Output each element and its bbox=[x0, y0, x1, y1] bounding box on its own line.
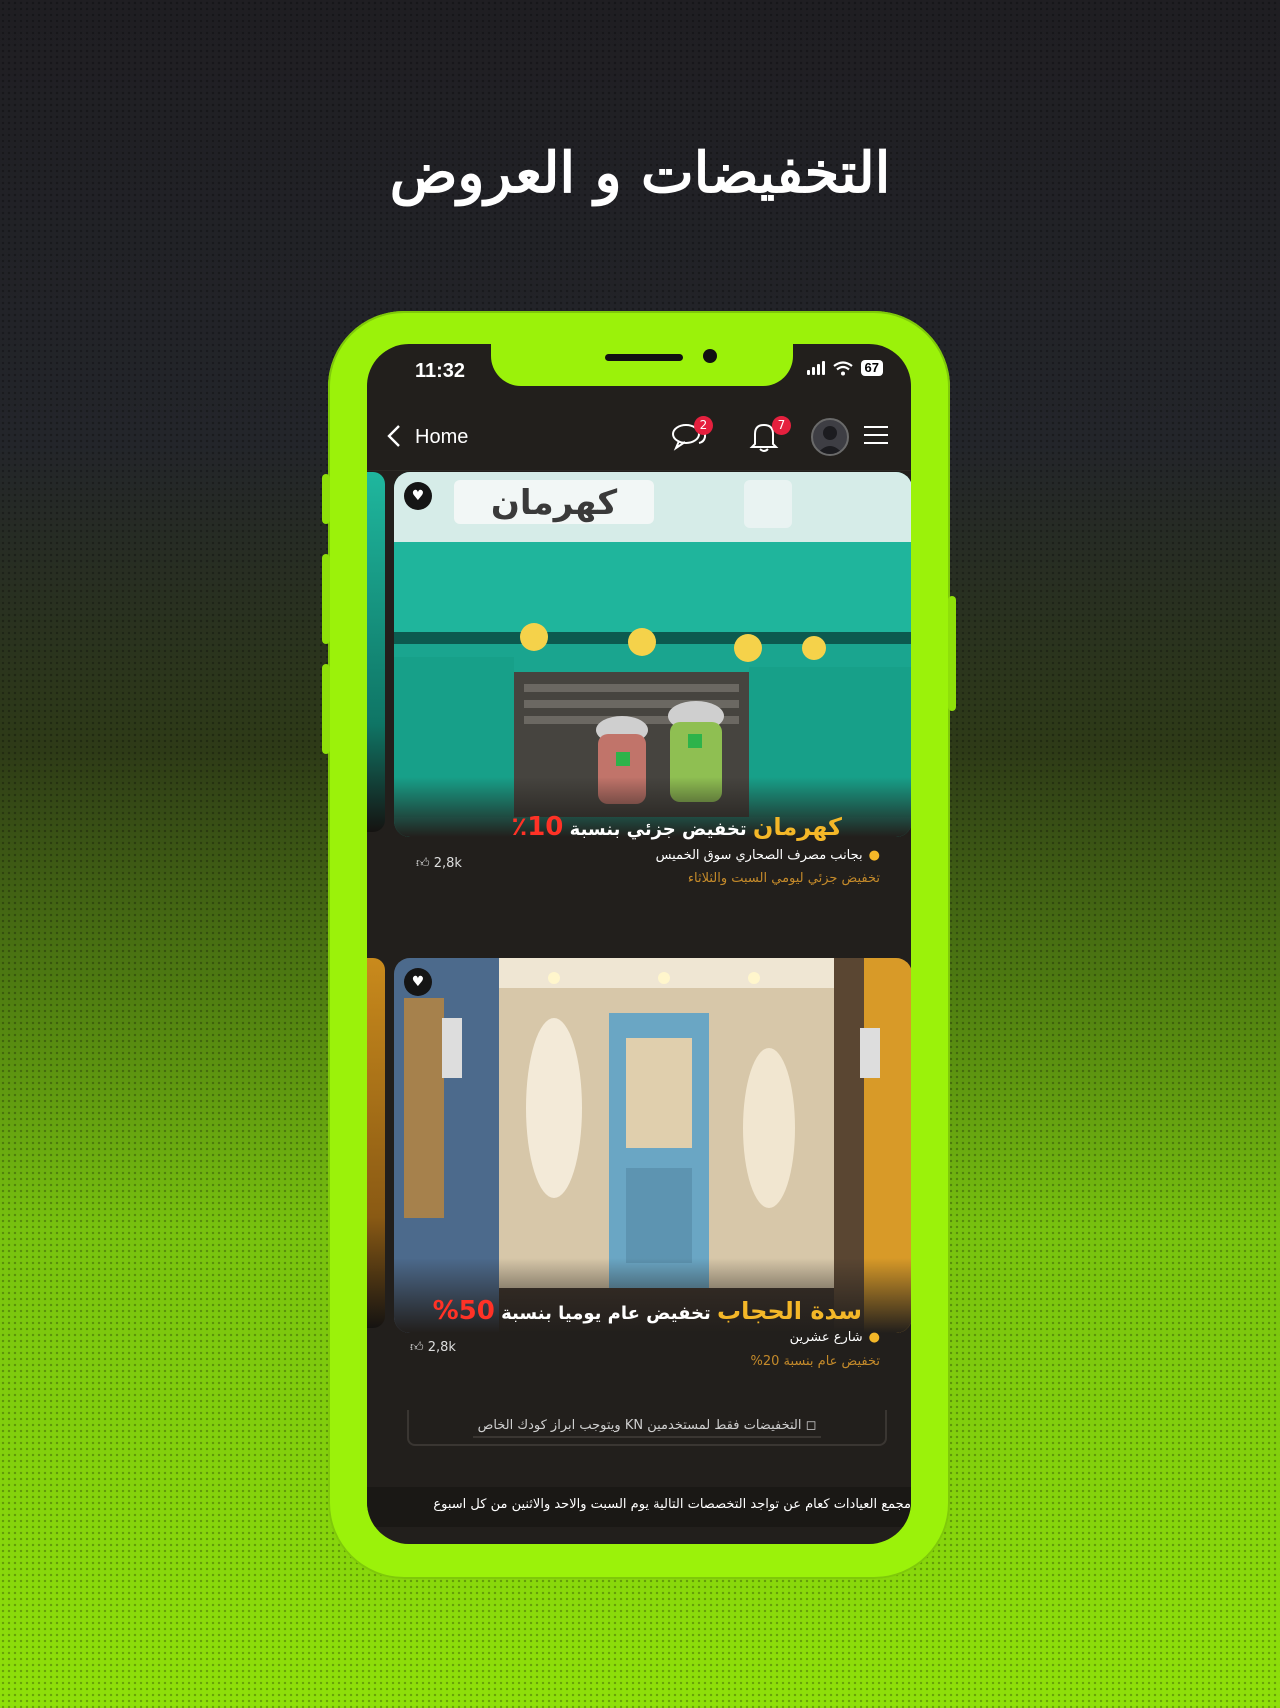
pin-icon: ● bbox=[868, 848, 880, 863]
like-count: 2,8k bbox=[427, 1340, 456, 1355]
pin-icon: ● bbox=[868, 1330, 880, 1345]
wifi-icon bbox=[832, 360, 853, 375]
offer-description: تخفيض عام بنسبة 20% bbox=[750, 1354, 880, 1369]
back-chevron-icon[interactable] bbox=[387, 424, 401, 452]
status-icons: 67 bbox=[806, 360, 883, 376]
top-navbar: Home 2 7 bbox=[367, 404, 911, 471]
offer-headline: تخفيض جزئي بنسبة bbox=[569, 819, 747, 840]
offer-shop-name: كهرمان bbox=[752, 813, 842, 841]
offer-percent: 10٪ bbox=[511, 812, 564, 842]
offer-image[interactable]: كهرمان ♥ bbox=[394, 472, 911, 837]
battery-indicator: 67 bbox=[860, 360, 883, 376]
avatar-icon[interactable] bbox=[811, 418, 849, 456]
shop-front-photo: كهرمان bbox=[394, 472, 911, 837]
shop-sign-text: كهرمان bbox=[491, 483, 617, 523]
heart-icon[interactable]: ♥ bbox=[404, 968, 432, 996]
shop-front-photo bbox=[394, 958, 911, 1333]
offer-card[interactable]: ♥ سدة الحجاب تخفيض عام يوميا بنسبة 50% ●… bbox=[394, 958, 911, 1388]
phone-notch bbox=[491, 344, 793, 386]
offer-title: سدة الحجاب تخفيض عام يوميا بنسبة 50% bbox=[433, 1296, 862, 1326]
menu-icon[interactable] bbox=[864, 426, 888, 450]
offer-headline: تخفيض عام يوميا بنسبة bbox=[501, 1303, 711, 1324]
notifications-button[interactable]: 7 bbox=[749, 416, 791, 456]
divider bbox=[473, 1436, 821, 1438]
speaker bbox=[605, 354, 683, 361]
previous-card-peek[interactable] bbox=[367, 472, 385, 832]
messages-button[interactable]: 2 bbox=[671, 416, 713, 456]
heart-icon[interactable]: ♥ bbox=[404, 482, 432, 510]
offers-feed[interactable]: كهرمان ♥ كهرمان تخفيض جزئي بنسبة 10٪ ●بج… bbox=[367, 472, 911, 1472]
front-camera bbox=[703, 349, 717, 363]
offer-shop-name: سدة الحجاب bbox=[717, 1297, 862, 1325]
offer-title: كهرمان تخفيض جزئي بنسبة 10٪ bbox=[511, 812, 842, 842]
offer-location-text: بجانب مصرف الصحاري سوق الخميس bbox=[655, 848, 863, 863]
phone-frame: 11:32 67 Home 2 7 كهرمان ♥ كهرمان تخفيض … bbox=[322, 311, 956, 1579]
offer-percent: 50% bbox=[432, 1296, 495, 1326]
messages-badge: 2 bbox=[694, 416, 713, 435]
like-button[interactable]: 👍︎ 2,8k bbox=[410, 1340, 456, 1355]
offer-location: ● شارع عشرين bbox=[790, 1330, 880, 1345]
signal-icon bbox=[806, 361, 825, 375]
offer-image[interactable]: ♥ bbox=[394, 958, 911, 1333]
phone-side-button bbox=[322, 474, 330, 524]
discount-note: ◻ التخفيضات فقط لمستخدمين KN ويتوجب ابرا… bbox=[407, 1410, 887, 1446]
notifications-badge: 7 bbox=[772, 416, 791, 435]
offer-location: ● بجانب مصرف الصحاري سوق الخميس bbox=[656, 848, 880, 863]
status-time: 11:32 bbox=[415, 360, 466, 382]
back-home-link[interactable]: Home bbox=[415, 426, 468, 449]
discount-note-text: ◻ التخفيضات فقط لمستخدمين KN ويتوجب ابرا… bbox=[477, 1418, 817, 1433]
thumbs-up-icon: 👍︎ bbox=[410, 1340, 428, 1355]
news-ticker[interactable]: مجمع العيادات كعام عن تواجد التخصصات الت… bbox=[367, 1487, 911, 1527]
thumbs-up-icon: 👍︎ bbox=[416, 856, 434, 871]
offer-description: تخفيض جزئي ليومي السبت والثلاثاء bbox=[687, 871, 880, 886]
phone-side-button bbox=[322, 664, 330, 754]
app-screen: 11:32 67 Home 2 7 كهرمان ♥ كهرمان تخفيض … bbox=[367, 344, 911, 1544]
previous-card-peek[interactable] bbox=[367, 958, 385, 1328]
like-button[interactable]: 👍︎ 2,8k bbox=[416, 856, 462, 871]
offer-location-text: شارع عشرين bbox=[789, 1330, 863, 1345]
like-count: 2,8k bbox=[433, 856, 462, 871]
phone-side-button bbox=[322, 554, 330, 644]
page-headline: التخفيضات و العروض bbox=[389, 140, 891, 206]
offer-card[interactable]: كهرمان ♥ كهرمان تخفيض جزئي بنسبة 10٪ ●بج… bbox=[394, 472, 911, 892]
phone-side-button bbox=[948, 596, 956, 711]
ticker-text: مجمع العيادات كعام عن تواجد التخصصات الت… bbox=[433, 1497, 911, 1512]
